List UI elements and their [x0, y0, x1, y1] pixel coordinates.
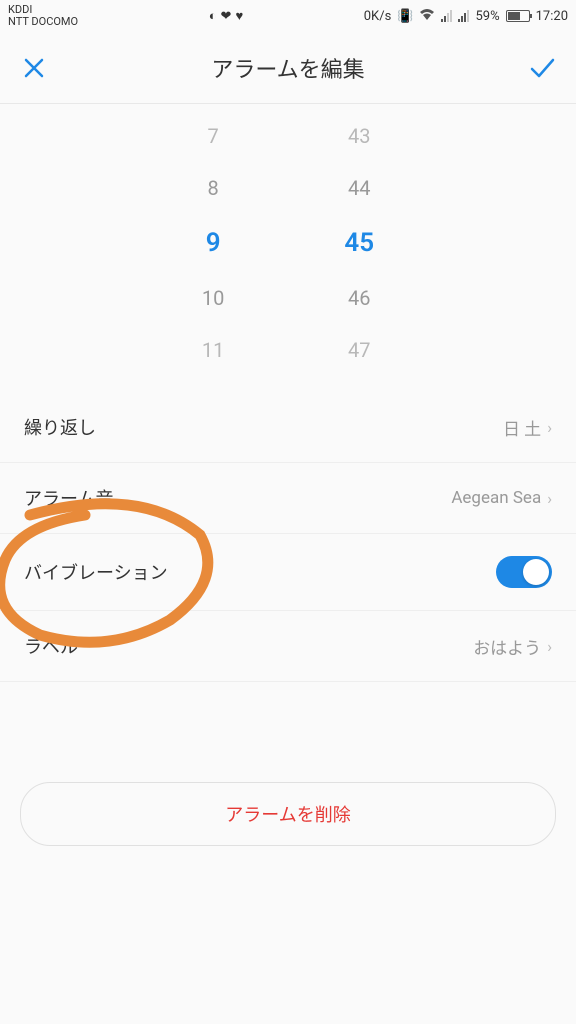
alarm-sound-label: アラーム音: [24, 485, 113, 511]
heart-rate-icon: ❤: [221, 9, 232, 24]
confirm-button[interactable]: [528, 54, 556, 82]
clock-icon: ◐: [209, 8, 217, 24]
signal-icon-2: [458, 10, 469, 22]
label-row-value: おはよう ›: [473, 634, 552, 659]
time-picker[interactable]: 7 8 9 10 11 43 44 45 46 47: [0, 104, 576, 392]
heart-icon: ♥: [235, 8, 243, 24]
picker-hour: 7: [208, 124, 219, 148]
settings-list: 繰り返し 日 土 › アラーム音 Aegean Sea › バイブレーション ラ…: [0, 392, 576, 682]
status-time: 17:20: [536, 9, 568, 24]
chevron-right-icon: ›: [547, 418, 552, 437]
repeat-value: 日 土 ›: [503, 415, 552, 440]
vibration-label: バイブレーション: [24, 559, 168, 585]
battery-icon: [506, 10, 530, 22]
vibrate-icon: 📳: [397, 9, 413, 24]
alarm-sound-value: Aegean Sea ›: [451, 488, 552, 508]
picker-hour: 8: [208, 176, 219, 200]
status-icons-left: ◐ ❤ ♥: [209, 8, 243, 24]
signal-icon-1: [441, 10, 452, 22]
picker-minute: 43: [348, 124, 370, 148]
delete-alarm-button[interactable]: アラームを削除: [20, 782, 556, 846]
battery-percent: 59%: [475, 9, 499, 24]
picker-minute: 46: [348, 286, 370, 310]
label-row[interactable]: ラベル おはよう ›: [0, 611, 576, 682]
picker-hour-selected: 9: [206, 228, 221, 258]
status-right: 0K/s 📳 59% 17:20: [364, 8, 568, 24]
page-title: アラームを編集: [211, 52, 364, 84]
label-row-label: ラベル: [24, 633, 78, 659]
vibration-row[interactable]: バイブレーション: [0, 534, 576, 611]
close-button[interactable]: [20, 54, 48, 82]
carrier-2: NTT DOCOMO: [8, 16, 78, 28]
status-bar: KDDI NTT DOCOMO ◐ ❤ ♥ 0K/s 📳 59% 17:20: [0, 0, 576, 32]
picker-hour: 11: [202, 338, 224, 362]
picker-minute-selected: 45: [344, 228, 374, 258]
repeat-label: 繰り返し: [24, 414, 96, 440]
repeat-row[interactable]: 繰り返し 日 土 ›: [0, 392, 576, 463]
alarm-sound-row[interactable]: アラーム音 Aegean Sea ›: [0, 463, 576, 534]
vibration-toggle[interactable]: [496, 556, 552, 588]
toggle-knob: [523, 559, 549, 585]
data-rate: 0K/s: [364, 9, 392, 24]
minute-picker[interactable]: 43 44 45 46 47: [344, 124, 374, 362]
hour-picker[interactable]: 7 8 9 10 11: [202, 124, 224, 362]
picker-minute: 47: [348, 338, 370, 362]
header: アラームを編集: [0, 32, 576, 104]
wifi-icon: [419, 8, 435, 24]
chevron-right-icon: ›: [547, 637, 552, 656]
status-carrier: KDDI NTT DOCOMO: [8, 4, 78, 28]
picker-minute: 44: [348, 176, 370, 200]
chevron-right-icon: ›: [547, 489, 552, 508]
picker-hour: 10: [202, 286, 224, 310]
